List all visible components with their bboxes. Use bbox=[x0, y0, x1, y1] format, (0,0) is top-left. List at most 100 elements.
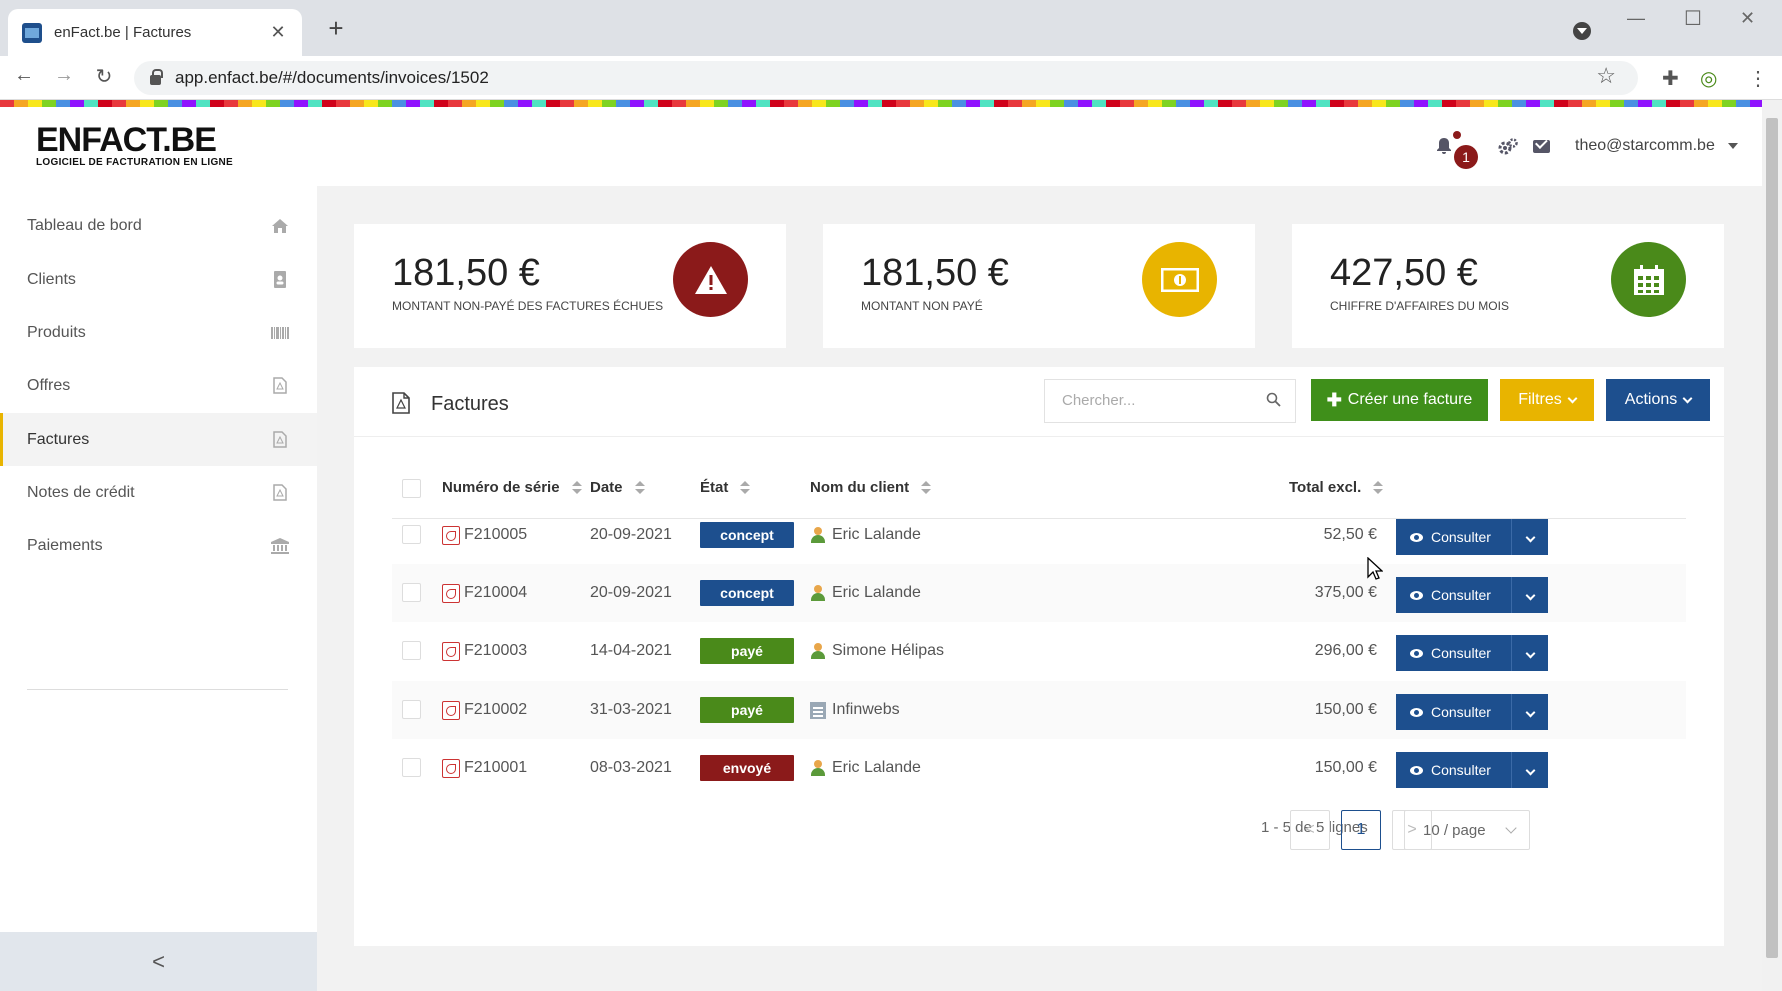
logo[interactable]: ENFACT.BE LOGICIEL DE FACTURATION EN LIG… bbox=[36, 123, 233, 168]
pdf-icon[interactable] bbox=[442, 525, 460, 545]
sidebar-item-credit-notes[interactable]: Notes de crédit bbox=[0, 466, 317, 519]
plus-icon: ✚ bbox=[1326, 389, 1342, 410]
stat-label: MONTANT NON-PAYÉ DES FACTURES ÉCHUES bbox=[392, 299, 664, 313]
consult-dropdown[interactable] bbox=[1512, 590, 1548, 600]
row-checkbox[interactable] bbox=[402, 583, 421, 602]
create-invoice-button[interactable]: ✚ Créer une facture bbox=[1311, 379, 1488, 421]
sort-icon[interactable] bbox=[1373, 480, 1384, 495]
serial-cell[interactable]: F210004 bbox=[442, 564, 527, 622]
user-menu[interactable]: theo@starcomm.be bbox=[1575, 137, 1715, 155]
serial-cell[interactable]: F210001 bbox=[442, 739, 527, 797]
forward-icon[interactable]: → bbox=[50, 64, 78, 87]
barcode-icon bbox=[271, 324, 289, 342]
row-checkbox[interactable] bbox=[402, 641, 421, 660]
filters-button[interactable]: Filtres bbox=[1500, 379, 1594, 421]
back-icon[interactable]: ← bbox=[10, 64, 38, 87]
sort-icon[interactable] bbox=[921, 480, 932, 495]
pdf-icon[interactable] bbox=[442, 583, 460, 603]
table-row[interactable]: F210004 20-09-2021 concept Eric Lalande … bbox=[392, 564, 1686, 622]
browser-tab[interactable]: enFact.be | Factures ✕ bbox=[8, 9, 302, 56]
column-header-state[interactable]: État bbox=[700, 479, 751, 496]
total-cell: 296,00 € bbox=[1314, 642, 1377, 659]
sort-icon[interactable] bbox=[571, 480, 582, 495]
client-cell: Eric Lalande bbox=[810, 739, 921, 797]
table-row[interactable]: F210005 20-09-2021 concept Eric Lalande … bbox=[392, 506, 1686, 564]
actions-button[interactable]: Actions bbox=[1606, 379, 1710, 421]
consult-main[interactable]: Consulter bbox=[1396, 577, 1512, 613]
state-cell: concept bbox=[700, 506, 794, 564]
pdf-icon[interactable] bbox=[442, 700, 460, 720]
create-invoice-label: Créer une facture bbox=[1347, 391, 1473, 408]
tab-close-icon[interactable]: ✕ bbox=[268, 22, 288, 43]
search-input[interactable]: Chercher... bbox=[1044, 379, 1296, 423]
serial-cell[interactable]: F210002 bbox=[442, 681, 527, 739]
row-checkbox[interactable] bbox=[402, 525, 421, 544]
row-checkbox[interactable] bbox=[402, 700, 421, 719]
tab-search-icon[interactable] bbox=[1573, 22, 1591, 40]
url-text: app.enfact.be/#/documents/invoices/1502 bbox=[175, 68, 489, 87]
consult-main[interactable]: Consulter bbox=[1396, 635, 1512, 671]
page-scrollbar[interactable] bbox=[1762, 100, 1782, 991]
maximize-button[interactable]: ☐ bbox=[1684, 6, 1702, 31]
scrollbar-thumb[interactable] bbox=[1766, 118, 1778, 958]
consult-main[interactable]: Consulter bbox=[1396, 519, 1512, 555]
page-1-button[interactable]: 1 bbox=[1341, 810, 1381, 850]
table-row[interactable]: F210002 31-03-2021 payé Infinwebs 150,00… bbox=[392, 681, 1686, 739]
consult-button[interactable]: Consulter bbox=[1396, 694, 1548, 730]
new-tab-button[interactable]: + bbox=[322, 14, 350, 42]
sort-icon[interactable] bbox=[740, 480, 751, 495]
close-window-button[interactable]: ✕ bbox=[1740, 8, 1755, 29]
browser-menu-icon[interactable]: ⋮ bbox=[1748, 66, 1768, 91]
column-header-total[interactable]: Total excl. bbox=[1289, 479, 1384, 496]
consult-dropdown[interactable] bbox=[1512, 648, 1548, 658]
table-row[interactable]: F210001 08-03-2021 envoyé Eric Lalande 1… bbox=[392, 739, 1686, 797]
sidebar-item-clients[interactable]: Clients bbox=[0, 253, 317, 306]
bell-icon[interactable] bbox=[1434, 136, 1454, 156]
sidebar-item-payments[interactable]: Paiements bbox=[0, 519, 317, 572]
search-icon[interactable] bbox=[1266, 392, 1281, 411]
extensions-icon[interactable]: ✚ bbox=[1662, 66, 1679, 91]
sidebar-collapse-button[interactable]: < bbox=[0, 932, 317, 991]
mail-icon[interactable] bbox=[1533, 140, 1550, 153]
consult-main[interactable]: Consulter bbox=[1396, 752, 1512, 788]
consult-dropdown[interactable] bbox=[1512, 765, 1548, 775]
prev-page-button[interactable]: < bbox=[1290, 810, 1330, 850]
consult-button[interactable]: Consulter bbox=[1396, 635, 1548, 671]
sidebar-item-label: Clients bbox=[27, 270, 76, 288]
column-header-date[interactable]: Date bbox=[590, 479, 645, 496]
status-badge: payé bbox=[700, 638, 794, 664]
settings-cogs-icon[interactable] bbox=[1497, 137, 1519, 157]
serial-cell[interactable]: F210005 bbox=[442, 506, 527, 564]
bookmark-star-icon[interactable]: ☆ bbox=[1596, 63, 1616, 89]
pdf-icon[interactable] bbox=[442, 758, 460, 778]
column-header-serial[interactable]: Numéro de série bbox=[442, 479, 582, 496]
row-checkbox[interactable] bbox=[402, 758, 421, 777]
reload-icon[interactable]: ↻ bbox=[90, 64, 118, 89]
sidebar-item-label: Notes de crédit bbox=[27, 483, 135, 501]
notification-badge: 1 bbox=[1454, 145, 1478, 169]
table-row[interactable]: F210003 14-04-2021 payé Simone Hélipas 2… bbox=[392, 622, 1686, 680]
consult-dropdown[interactable] bbox=[1512, 532, 1548, 542]
sort-icon[interactable] bbox=[634, 480, 645, 495]
serial-cell[interactable]: F210003 bbox=[442, 622, 527, 680]
file-pdf-icon bbox=[392, 392, 410, 419]
consult-dropdown[interactable] bbox=[1512, 707, 1548, 717]
search-placeholder: Chercher... bbox=[1062, 392, 1136, 409]
consult-button[interactable]: Consulter bbox=[1396, 577, 1548, 613]
sidebar-item-products[interactable]: Produits bbox=[0, 306, 317, 359]
consult-button[interactable]: Consulter bbox=[1396, 752, 1548, 788]
extension-icon[interactable]: ◎ bbox=[1700, 66, 1717, 91]
column-header-client[interactable]: Nom du client bbox=[810, 479, 932, 496]
chevron-down-icon[interactable] bbox=[1728, 143, 1738, 149]
minimize-button[interactable]: — bbox=[1627, 8, 1645, 29]
page-size-select[interactable]: 10 / page bbox=[1404, 810, 1530, 850]
sidebar-item-invoices[interactable]: Factures bbox=[0, 413, 317, 466]
pdf-icon[interactable] bbox=[442, 641, 460, 661]
consult-main[interactable]: Consulter bbox=[1396, 694, 1512, 730]
select-all-checkbox[interactable] bbox=[402, 479, 421, 498]
sidebar-item-offers[interactable]: Offres bbox=[0, 359, 317, 412]
url-field[interactable]: app.enfact.be/#/documents/invoices/1502 … bbox=[134, 61, 1638, 95]
sidebar-item-dashboard[interactable]: Tableau de bord bbox=[0, 199, 317, 252]
consult-button[interactable]: Consulter bbox=[1396, 519, 1548, 555]
home-icon bbox=[271, 217, 289, 235]
